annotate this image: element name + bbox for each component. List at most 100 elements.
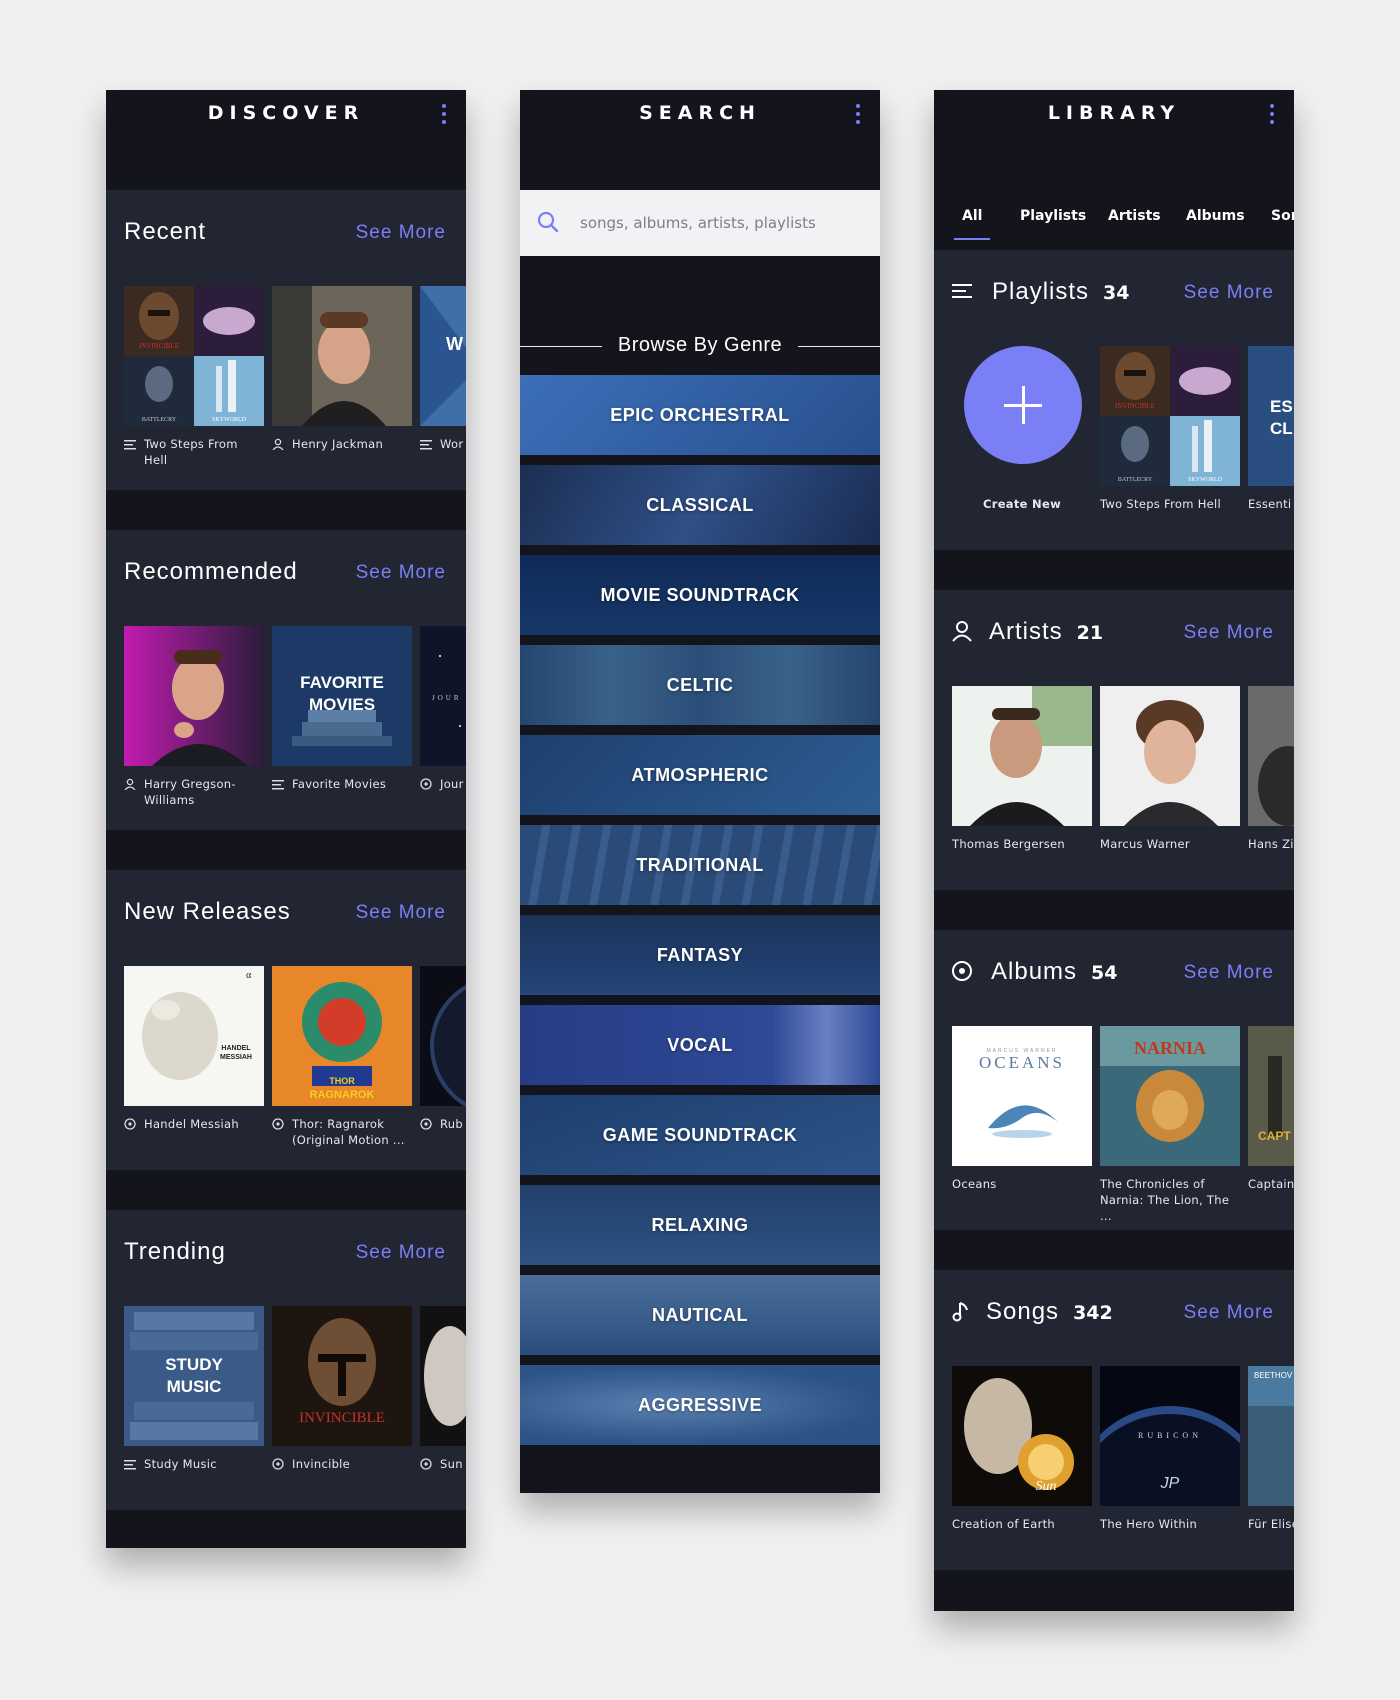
artist-photo [1100, 686, 1240, 826]
see-more-link[interactable]: See More [1184, 962, 1274, 984]
count-badge: 54 [1091, 962, 1118, 984]
svg-text:MUSIC: MUSIC [167, 1377, 222, 1396]
album-art: JOUR [420, 626, 466, 766]
tile-harry-gregson-williams[interactable]: Harry Gregson-Williams [124, 626, 264, 808]
albums-section: Albums 54 See More MARCUS WARNER OCEANS Oc… [934, 930, 1294, 1230]
tile-invincible[interactable]: INVINCIBLE Invincible [272, 1306, 412, 1472]
more-options-icon[interactable] [854, 104, 862, 126]
genre-nautical[interactable]: NAUTICAL [520, 1275, 880, 1355]
tab-all[interactable]: All [953, 208, 992, 240]
genre-fantasy[interactable]: FANTASY [520, 915, 880, 995]
genre-atmospheric[interactable]: ATMOSPHERIC [520, 735, 880, 815]
disc-icon [952, 960, 974, 982]
genre-vocal[interactable]: VOCAL [520, 1005, 880, 1085]
genre-label: AGGRESSIVE [637, 1394, 763, 1415]
tab-playlists[interactable]: Playlists [1020, 208, 1086, 224]
genre-celtic[interactable]: CELTIC [520, 645, 880, 725]
svg-text:STUDY: STUDY [165, 1355, 223, 1374]
plus-icon[interactable] [964, 346, 1082, 464]
tile-thor-ragnarok[interactable]: THOR RAGNAROK Thor: Ragnarok (Original Mo… [272, 966, 412, 1148]
genre-classical[interactable]: CLASSICAL [520, 465, 880, 545]
tile-partial[interactable]: ES CL Essenti [1248, 346, 1294, 512]
see-more-link[interactable]: See More [1184, 282, 1274, 304]
tile-label: Study Music [144, 1457, 217, 1471]
see-more-link[interactable]: See More [356, 902, 446, 924]
tile-favorite-movies[interactable]: FAVORITE MOVIES Favorite Movies [272, 626, 412, 792]
genre-traditional[interactable]: TRADITIONAL [520, 825, 880, 905]
album-art [420, 1306, 466, 1446]
tile-two-steps-from-hell[interactable]: INVINCIBLE BATTLECRY SKYWORLD Two Steps … [1100, 346, 1240, 512]
tile-creation-of-earth[interactable]: Sun Creation of Earth [952, 1366, 1092, 1532]
tile-study-music[interactable]: STUDY MUSIC Study Music [124, 1306, 264, 1472]
svg-text:INVINCIBLE: INVINCIBLE [139, 342, 179, 350]
tile-partial[interactable]: Sun [420, 1306, 466, 1472]
genre-movie-soundtrack[interactable]: MOVIE SOUNDTRACK [520, 555, 880, 635]
album-art: INVINCIBLE [272, 1306, 412, 1446]
see-more-link[interactable]: See More [356, 562, 446, 584]
svg-text:RAGNAROK: RAGNAROK [310, 1089, 375, 1101]
playlist-icon [124, 438, 136, 450]
discover-title: DISCOVER [207, 102, 365, 124]
tile-thomas-bergersen[interactable]: Thomas Bergersen [952, 686, 1092, 852]
search-input[interactable] [580, 208, 860, 238]
playlists-section: Playlists 34 See More Create New INVINCIB… [934, 250, 1294, 550]
tile-label: Creation of Earth [952, 1517, 1055, 1531]
create-new-playlist[interactable]: Create New [952, 346, 1092, 512]
tile-oceans[interactable]: MARCUS WARNER OCEANS Oceans [952, 1026, 1092, 1192]
tile-marcus-warner[interactable]: Marcus Warner [1100, 686, 1240, 852]
genre-label: CLASSICAL [646, 494, 754, 515]
tile-the-hero-within[interactable]: RUBICON JP The Hero Within [1100, 1366, 1240, 1532]
see-more-link[interactable]: See More [1184, 1302, 1274, 1324]
svg-text:CAPT: CAPT [1258, 1129, 1291, 1143]
tile-partial[interactable]: W Wor [420, 286, 466, 452]
tile-label: Rub [440, 1117, 463, 1131]
trending-section: Trending See More STUDY MUSIC Study Music… [106, 1210, 466, 1510]
tile-partial[interactable]: BEETHOV Für Elise [1248, 1366, 1294, 1532]
album-art: CAPT [1248, 1026, 1294, 1166]
tile-partial[interactable]: Hans Zi [1248, 686, 1294, 852]
album-art [420, 966, 466, 1106]
svg-text:RUBICON: RUBICON [1138, 1431, 1202, 1440]
tile-partial[interactable]: CAPT Captain The Wir [1248, 1026, 1294, 1192]
album-art: THOR RAGNAROK [272, 966, 412, 1106]
tab-albums[interactable]: Albums [1186, 208, 1245, 224]
tile-partial[interactable]: JOUR Jour [420, 626, 466, 792]
tile-handel-messiah[interactable]: α HANDEL MESSIAH Handel Messiah [124, 966, 264, 1132]
svg-text:INVINCIBLE: INVINCIBLE [1115, 402, 1155, 410]
section-title: Recent [124, 218, 207, 245]
svg-text:MESSIAH: MESSIAH [220, 1054, 252, 1061]
new-releases-section: New Releases See More α HANDEL MESSIAH Han… [106, 870, 466, 1170]
genre-relaxing[interactable]: RELAXING [520, 1185, 880, 1265]
svg-text:CL: CL [1270, 419, 1293, 438]
svg-text:α: α [246, 970, 252, 981]
tile-two-steps-from-hell[interactable]: INVINCIBLE BATTLECRY SKYWORLD Two Steps … [124, 286, 264, 468]
see-more-link[interactable]: See More [1184, 622, 1274, 644]
search-bar[interactable] [520, 190, 880, 256]
more-options-icon[interactable] [1268, 104, 1276, 126]
genre-label: MOVIE SOUNDTRACK [600, 584, 800, 605]
song-art: RUBICON JP [1100, 1366, 1240, 1506]
album-icon [420, 1118, 432, 1130]
partial-art: W [420, 286, 466, 426]
svg-text:W: W [446, 334, 463, 354]
genre-aggressive[interactable]: AGGRESSIVE [520, 1365, 880, 1445]
artist-photo [952, 686, 1092, 826]
artist-photo [124, 626, 264, 766]
more-options-icon[interactable] [440, 104, 448, 126]
tab-songs[interactable]: Son [1271, 208, 1294, 224]
discover-screen: DISCOVER Recent See More INVINCIBLE BATT… [106, 90, 466, 1548]
genre-label: TRADITIONAL [636, 854, 764, 875]
genre-label: ATMOSPHERIC [631, 764, 769, 785]
library-screen: LIBRARY All Playlists Artists Albums Son… [934, 90, 1294, 1611]
genre-game-soundtrack[interactable]: GAME SOUNDTRACK [520, 1095, 880, 1175]
tile-henry-jackman[interactable]: Henry Jackman [272, 286, 412, 452]
tab-artists[interactable]: Artists [1108, 208, 1161, 224]
genre-epic-orchestral[interactable]: EPIC ORCHESTRAL [520, 375, 880, 455]
tile-partial[interactable]: Rub [420, 966, 466, 1132]
see-more-link[interactable]: See More [356, 1242, 446, 1264]
see-more-link[interactable]: See More [356, 222, 446, 244]
artist-icon [272, 438, 284, 451]
tile-narnia[interactable]: NARNIA The Chronicles of Narnia: The Lio… [1100, 1026, 1240, 1224]
svg-text:THOR: THOR [329, 1076, 355, 1086]
svg-text:INVINCIBLE: INVINCIBLE [299, 1410, 385, 1426]
